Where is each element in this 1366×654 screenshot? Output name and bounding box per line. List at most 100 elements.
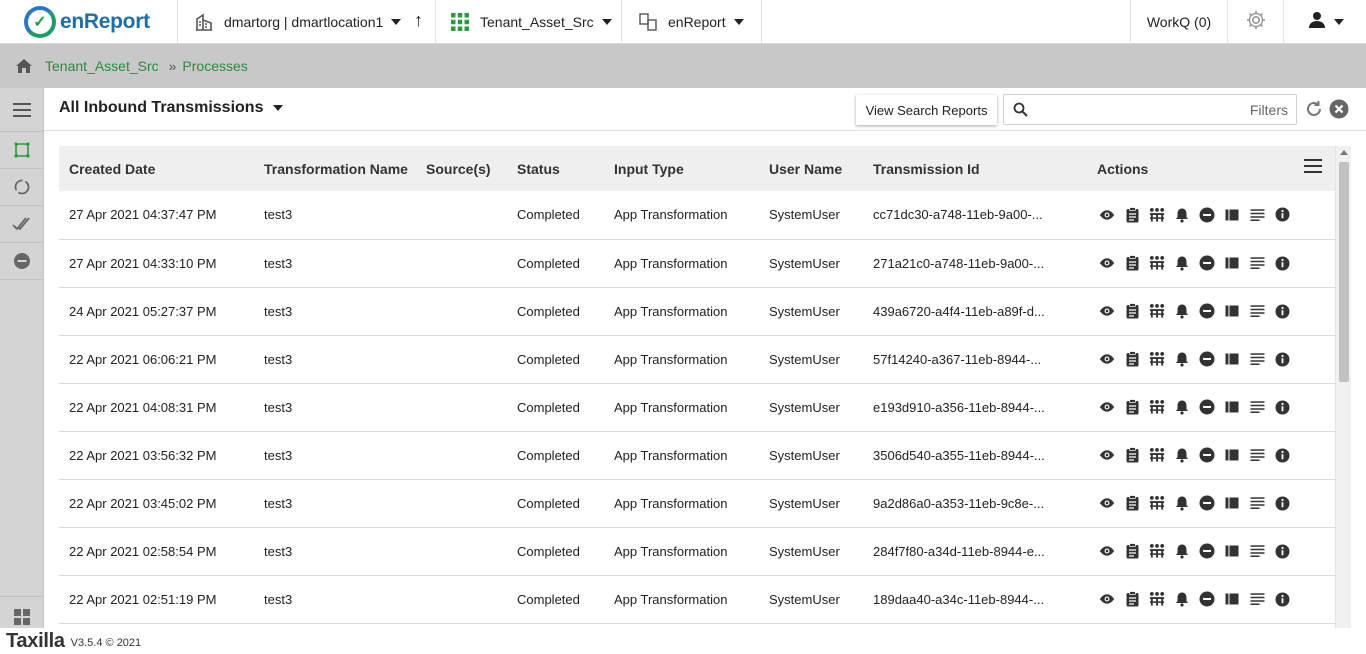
lines-icon[interactable] bbox=[1249, 303, 1265, 319]
arrow-up-icon[interactable]: ↑ bbox=[414, 10, 423, 31]
column-header-input-type[interactable]: Input Type bbox=[604, 146, 759, 191]
info-icon[interactable] bbox=[1274, 495, 1290, 511]
network-icon[interactable] bbox=[1149, 543, 1165, 559]
clipboard-icon[interactable] bbox=[1124, 591, 1140, 607]
info-icon[interactable] bbox=[1274, 399, 1290, 415]
lines-icon[interactable] bbox=[1249, 207, 1265, 223]
clipboard-icon[interactable] bbox=[1124, 399, 1140, 415]
table-row[interactable]: 27 Apr 2021 04:37:47 PM test3 Completed App… bbox=[59, 191, 1335, 240]
close-icon[interactable] bbox=[1329, 99, 1349, 124]
bell-icon[interactable] bbox=[1174, 207, 1190, 223]
network-icon[interactable] bbox=[1149, 591, 1165, 607]
clipboard-icon[interactable] bbox=[1124, 206, 1140, 223]
bell-icon[interactable] bbox=[1174, 495, 1190, 511]
column-header-transformation-name[interactable]: Transformation Name bbox=[254, 146, 416, 191]
sidebar-item-reload[interactable] bbox=[0, 169, 44, 206]
bell-icon[interactable] bbox=[1174, 303, 1190, 319]
table-icon[interactable] bbox=[1224, 399, 1240, 415]
bell-icon[interactable] bbox=[1174, 543, 1190, 559]
lines-icon[interactable] bbox=[1249, 543, 1265, 559]
asset-selector[interactable]: Tenant_Asset_Src bbox=[436, 0, 622, 44]
minus-circle-icon[interactable] bbox=[1199, 447, 1215, 463]
table-row[interactable]: 27 Apr 2021 04:33:10 PM test3 Completed App… bbox=[59, 239, 1335, 288]
table-icon[interactable] bbox=[1224, 351, 1240, 367]
app-selector[interactable]: enReport bbox=[622, 0, 762, 44]
table-icon[interactable] bbox=[1224, 207, 1240, 223]
eye-icon[interactable] bbox=[1099, 447, 1115, 463]
scrollbar-thumb[interactable] bbox=[1339, 162, 1349, 382]
search-input[interactable] bbox=[1028, 95, 1250, 124]
info-icon[interactable] bbox=[1274, 351, 1290, 367]
table-icon[interactable] bbox=[1224, 495, 1240, 511]
table-icon[interactable] bbox=[1224, 543, 1240, 559]
clipboard-icon[interactable] bbox=[1124, 447, 1140, 463]
column-header-transmission-id[interactable]: Transmission Id bbox=[863, 146, 1085, 191]
breadcrumb-item-asset[interactable]: Tenant_Asset_Src bbox=[45, 58, 159, 74]
column-header-created-date[interactable]: Created Date bbox=[59, 146, 254, 191]
vertical-scrollbar[interactable] bbox=[1335, 146, 1351, 638]
table-icon[interactable] bbox=[1224, 255, 1240, 271]
clipboard-icon[interactable] bbox=[1124, 495, 1140, 511]
bell-icon[interactable] bbox=[1174, 351, 1190, 367]
minus-circle-icon[interactable] bbox=[1199, 303, 1215, 319]
network-icon[interactable] bbox=[1149, 447, 1165, 463]
network-icon[interactable] bbox=[1149, 399, 1165, 415]
minus-circle-icon[interactable] bbox=[1199, 399, 1215, 415]
column-header-status[interactable]: Status bbox=[507, 146, 604, 191]
info-icon[interactable] bbox=[1274, 207, 1290, 223]
sidebar-item-processes[interactable] bbox=[0, 132, 44, 169]
eye-icon[interactable] bbox=[1099, 303, 1115, 319]
lines-icon[interactable] bbox=[1249, 495, 1265, 511]
column-header-user-name[interactable]: User Name bbox=[759, 146, 863, 191]
info-icon[interactable] bbox=[1274, 255, 1290, 271]
eye-icon[interactable] bbox=[1099, 399, 1115, 415]
view-selector[interactable]: All Inbound Transmissions bbox=[59, 99, 284, 117]
table-row[interactable]: 22 Apr 2021 03:56:32 PM test3 Completed App… bbox=[59, 431, 1335, 480]
eye-icon[interactable] bbox=[1099, 495, 1115, 511]
minus-circle-icon[interactable] bbox=[1199, 351, 1215, 367]
network-icon[interactable] bbox=[1149, 255, 1165, 271]
table-row[interactable]: 22 Apr 2021 02:58:54 PM test3 Completed App… bbox=[59, 527, 1335, 576]
workq-button[interactable]: WorkQ (0) bbox=[1130, 0, 1228, 44]
sidebar-item-blocked[interactable] bbox=[0, 243, 44, 280]
info-icon[interactable] bbox=[1274, 543, 1290, 559]
table-icon[interactable] bbox=[1224, 591, 1240, 607]
app-logo[interactable]: ✓ enReport bbox=[0, 0, 178, 44]
view-search-reports-button[interactable]: View Search Reports bbox=[856, 95, 997, 125]
minus-circle-icon[interactable] bbox=[1199, 255, 1215, 271]
table-icon[interactable] bbox=[1224, 447, 1240, 463]
network-icon[interactable] bbox=[1149, 351, 1165, 367]
column-header-sources[interactable]: Source(s) bbox=[416, 146, 507, 191]
clipboard-icon[interactable] bbox=[1124, 303, 1140, 319]
info-icon[interactable] bbox=[1274, 303, 1290, 319]
table-row[interactable]: 22 Apr 2021 04:08:31 PM test3 Completed App… bbox=[59, 383, 1335, 432]
eye-icon[interactable] bbox=[1099, 591, 1115, 607]
info-icon[interactable] bbox=[1274, 447, 1290, 463]
lines-icon[interactable] bbox=[1249, 447, 1265, 463]
minus-circle-icon[interactable] bbox=[1199, 207, 1215, 223]
filters-button[interactable]: Filters bbox=[1250, 102, 1296, 118]
table-icon[interactable] bbox=[1224, 303, 1240, 319]
lines-icon[interactable] bbox=[1249, 255, 1265, 271]
clipboard-icon[interactable] bbox=[1124, 543, 1140, 559]
user-menu[interactable] bbox=[1296, 0, 1356, 44]
clipboard-icon[interactable] bbox=[1124, 255, 1140, 271]
minus-circle-icon[interactable] bbox=[1199, 543, 1215, 559]
info-icon[interactable] bbox=[1274, 591, 1290, 607]
bell-icon[interactable] bbox=[1174, 399, 1190, 415]
org-location-selector[interactable]: dmartorg | dmartlocation1 bbox=[178, 0, 436, 44]
bell-icon[interactable] bbox=[1174, 255, 1190, 271]
eye-icon[interactable] bbox=[1099, 255, 1115, 271]
breadcrumb-item-processes[interactable]: Processes bbox=[182, 58, 247, 74]
bell-icon[interactable] bbox=[1174, 447, 1190, 463]
eye-icon[interactable] bbox=[1099, 207, 1115, 223]
sidebar-item-approvals[interactable] bbox=[0, 206, 44, 243]
search-icon[interactable] bbox=[1004, 102, 1028, 117]
lines-icon[interactable] bbox=[1249, 351, 1265, 367]
network-icon[interactable] bbox=[1149, 303, 1165, 319]
minus-circle-icon[interactable] bbox=[1199, 591, 1215, 607]
home-icon[interactable] bbox=[15, 58, 33, 74]
refresh-icon[interactable] bbox=[1304, 99, 1324, 124]
eye-icon[interactable] bbox=[1099, 351, 1115, 367]
lines-icon[interactable] bbox=[1249, 591, 1265, 607]
